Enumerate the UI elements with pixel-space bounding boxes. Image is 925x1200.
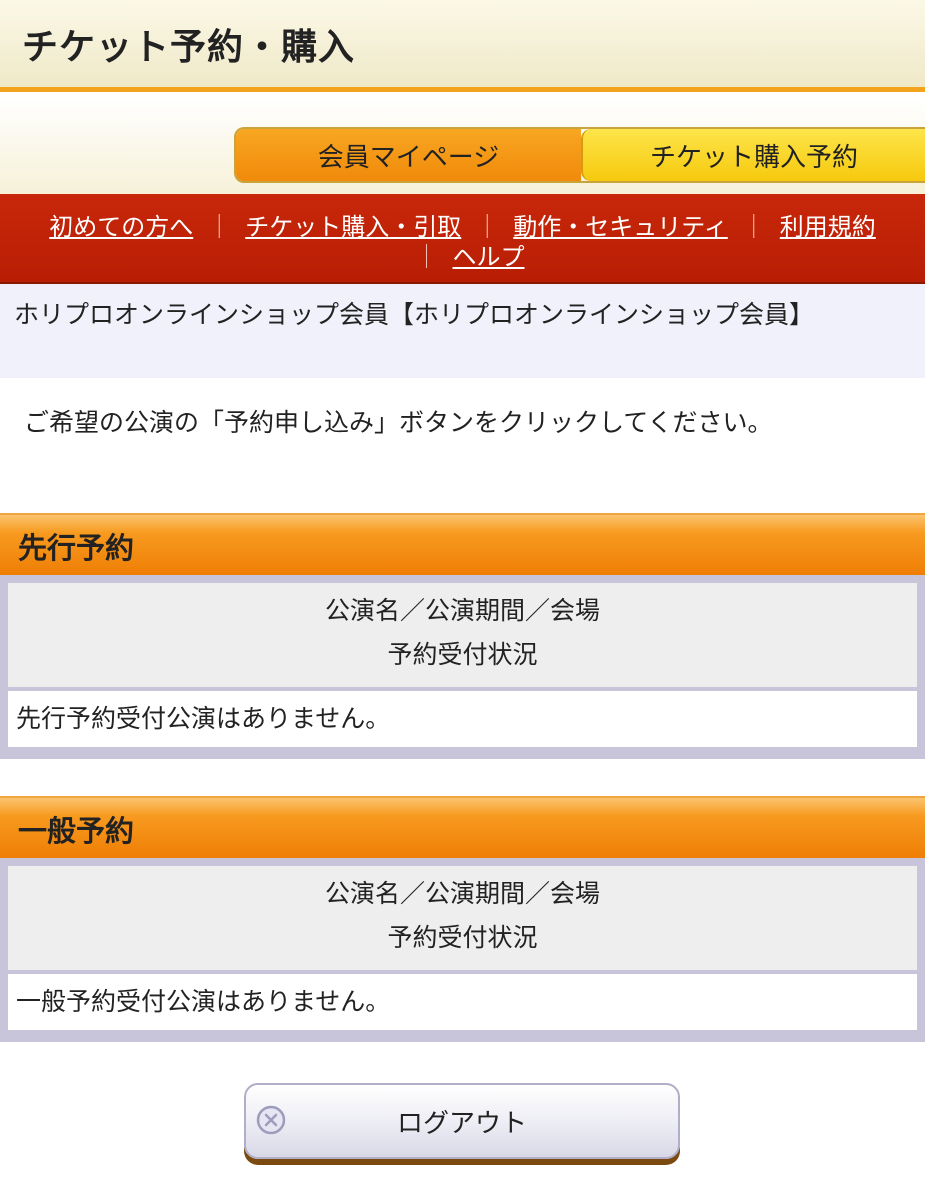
page-header: チケット予約・購入 [0, 0, 925, 92]
column-label-performance: 公演名／公演期間／会場 [324, 879, 600, 908]
column-label-status: 予約受付状況 [387, 640, 538, 669]
logout-button[interactable]: ログアウト [244, 1083, 680, 1159]
empty-message: 一般予約受付公演はありません。 [8, 974, 917, 1030]
section-title: 一般予約 [18, 814, 135, 848]
section-header-general: 一般予約 [0, 796, 925, 858]
page-title: チケット予約・購入 [22, 27, 356, 68]
tab-member-mypage[interactable]: 会員マイページ [236, 129, 581, 181]
member-banner: ホリプロオンラインショップ会員【ホリプロオンラインショップ会員】 [0, 284, 925, 378]
tab-bar: 会員マイページ チケット購入予約 [234, 127, 925, 183]
general-reservation-table: 公演名／公演期間／会場 予約受付状況 一般予約受付公演はありません。 [0, 858, 925, 1042]
nav-link-help[interactable]: ヘルプ [453, 243, 525, 271]
instruction-text: ご希望の公演の「予約申し込み」ボタンをクリックしてください。 [24, 408, 773, 437]
column-label-performance: 公演名／公演期間／会場 [324, 596, 600, 625]
logout-label: ログアウト [396, 1109, 527, 1139]
table-header: 公演名／公演期間／会場 予約受付状況 [8, 583, 917, 687]
section-header-advance: 先行予約 [0, 513, 925, 575]
nav-bar: 初めての方へ｜チケット購入・引取｜動作・セキュリティ｜利用規約 ｜ヘルプ [0, 194, 925, 284]
column-label-status: 予約受付状況 [387, 923, 538, 952]
nav-separator: ｜ [414, 243, 439, 271]
table-header: 公演名／公演期間／会場 予約受付状況 [8, 866, 917, 970]
empty-message: 先行予約受付公演はありません。 [8, 691, 917, 747]
tab-ticket-reservation[interactable]: チケット購入予約 [581, 129, 925, 181]
section-title: 先行予約 [18, 531, 135, 565]
advance-reservation-table: 公演名／公演期間／会場 予約受付状況 先行予約受付公演はありません。 [0, 575, 925, 759]
member-name: ホリプロオンラインショップ会員【ホリプロオンラインショップ会員】 [14, 300, 815, 329]
